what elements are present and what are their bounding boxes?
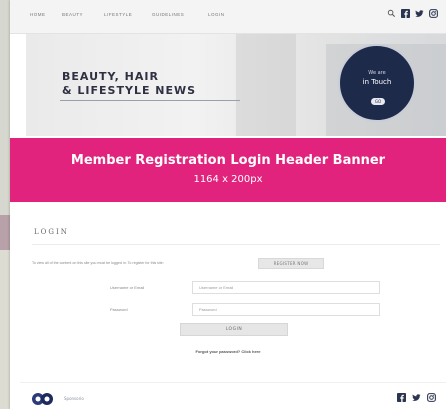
site-title-line1: BEAUTY, HAIR — [62, 70, 159, 83]
banner-title: Member Registration Login Header Banner — [70, 153, 386, 168]
badge-small-text: We are — [368, 70, 386, 76]
hero-header: BEAUTY, HAIR & LIFESTYLE NEWS We are in … — [26, 34, 446, 136]
search-icon[interactable] — [387, 9, 396, 18]
instagram-icon[interactable] — [429, 9, 438, 18]
forgot-password-link[interactable]: Forgot your password? Click here — [10, 349, 446, 354]
site-title-line2: & LIFESTYLE NEWS — [62, 84, 197, 97]
footer-divider — [20, 382, 446, 383]
page-mockup: HOME BEAUTY LIFESTYLE GUIDELINES LOGIN B… — [10, 0, 446, 409]
instagram-icon[interactable] — [427, 393, 436, 402]
footer-brand-name: Sponsorio — [64, 396, 84, 401]
top-nav: HOME BEAUTY LIFESTYLE GUIDELINES LOGIN — [10, 0, 446, 34]
footer-social-icons — [397, 393, 436, 402]
nav-item-home[interactable]: HOME — [30, 12, 46, 17]
badge-big-text: in Touch — [362, 78, 392, 86]
registration-banner: Member Registration Login Header Banner … — [10, 138, 446, 202]
username-label: Username or Email — [110, 285, 145, 290]
facebook-icon[interactable] — [401, 9, 410, 18]
nav-item-beauty[interactable]: BEAUTY — [62, 12, 83, 17]
nav-item-guidelines[interactable]: GUIDELINES — [152, 12, 184, 17]
password-label: Password — [110, 307, 128, 312]
badge-go-button[interactable]: GO — [371, 98, 385, 105]
login-intro-text: To view all of the content on this site … — [32, 261, 164, 265]
nav-item-lifestyle[interactable]: LIFESTYLE — [104, 12, 132, 17]
facebook-icon[interactable] — [397, 393, 406, 402]
register-now-button[interactable]: REGISTER NOW — [258, 258, 324, 269]
login-divider — [32, 244, 440, 245]
in-touch-badge[interactable]: We are in Touch GO — [338, 44, 416, 122]
sponsor-logo-icon[interactable] — [30, 392, 60, 406]
twitter-icon[interactable] — [415, 9, 424, 18]
nav-icons — [387, 9, 438, 18]
twitter-icon[interactable] — [412, 393, 421, 402]
login-heading: LOGIN — [34, 228, 69, 236]
site-title: BEAUTY, HAIR & LIFESTYLE NEWS — [62, 70, 262, 98]
banner-dimensions: 1164 x 200px — [193, 174, 263, 185]
nav-item-login[interactable]: LOGIN — [208, 12, 225, 17]
login-button[interactable]: LOGIN — [180, 323, 288, 336]
username-field[interactable]: Username or Email — [192, 281, 380, 294]
site-title-underline — [60, 100, 240, 101]
password-field[interactable]: Password — [192, 303, 380, 316]
